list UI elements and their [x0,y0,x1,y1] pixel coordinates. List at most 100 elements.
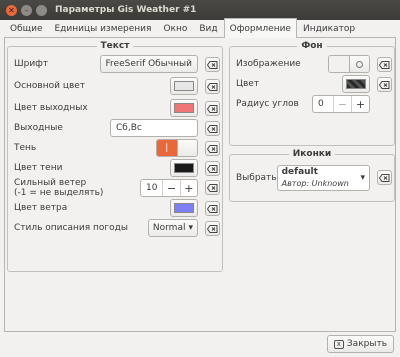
weekends-label: Выходные [14,123,63,133]
radius-spin[interactable]: 0 − + [312,95,370,113]
weather-style-clear-button[interactable] [205,221,220,236]
radius-row: Радиус углов 0 − + [236,95,370,113]
tab-appearance[interactable]: Оформление [223,18,297,38]
chevron-down-icon: ▾ [360,173,365,183]
clear-icon [207,82,218,91]
wind-color-clear-button[interactable] [205,201,220,216]
icons-group: Иконки Выбрать default Автор: Unknown ▾ [229,149,395,202]
holiday-color-clear-button[interactable] [205,101,220,116]
icons-group-title: Иконки [288,149,336,159]
font-label: Шрифт [14,59,49,69]
appearance-panel: Текст Шрифт FreeSerif Обычный Основной ц… [4,38,396,332]
holiday-color-swatch [174,103,194,113]
radius-label: Радиус углов [236,99,299,109]
bg-color-button[interactable] [342,75,370,93]
strong-wind-spin[interactable]: 10 − + [140,179,198,197]
main-color-button[interactable] [170,77,198,95]
wind-color-row: Цвет ветра [14,199,198,217]
weather-style-label: Стиль описания погоды [14,223,128,233]
wind-color-label: Цвет ветра [14,203,68,213]
clear-icon [207,60,218,69]
icons-select-row: Выбрать default Автор: Unknown ▾ [236,165,370,191]
strong-wind-plus-button[interactable]: + [179,180,197,196]
strong-wind-value[interactable]: 10 [141,180,162,196]
clear-icon [207,164,218,173]
holiday-color-label: Цвет выходных [14,103,88,113]
shadow-color-label: Цвет тени [14,163,63,173]
bg-color-label: Цвет [236,79,260,89]
main-color-label: Основной цвет [14,81,86,91]
clear-icon [379,60,390,69]
tab-view[interactable]: Вид [193,19,223,37]
holiday-color-button[interactable] [170,99,198,117]
font-value: FreeSerif Обычный [105,59,192,69]
main-color-swatch [174,81,194,91]
font-row: Шрифт FreeSerif Обычный [14,55,198,73]
wind-color-swatch [174,203,194,213]
switch-on-mark-icon: | [165,143,169,153]
font-clear-button[interactable] [205,57,220,72]
shadow-row: Тень | [14,139,198,157]
holiday-color-row: Цвет выходных [14,99,198,117]
icons-selected-name: default [281,167,318,177]
close-icon: x [333,339,344,349]
background-group-title: Фон [297,41,327,51]
bg-image-switch[interactable] [328,55,370,73]
switch-off-mark-icon [355,60,363,68]
clear-icon [379,173,390,182]
tab-window[interactable]: Окно [157,19,193,37]
text-group-title: Текст [96,41,134,51]
clear-icon [207,204,218,213]
bg-color-swatch [346,79,366,89]
weather-style-row: Стиль описания погоды Normal ▾ [14,219,198,237]
radius-value[interactable]: 0 [313,96,333,112]
radius-minus-button[interactable]: − [333,96,351,112]
bg-image-row: Изображение [236,55,370,73]
weekends-input[interactable]: Сб,Вс [110,119,198,137]
tab-units[interactable]: Единицы измерения [49,19,158,37]
close-button-label: Закрыть [346,339,387,349]
shadow-color-button[interactable] [170,159,198,177]
shadow-color-clear-button[interactable] [205,161,220,176]
chevron-down-icon: ▾ [188,223,193,233]
bg-image-label: Изображение [236,59,301,69]
tab-bar: Общие Единицы измерения Окно Вид Оформле… [4,18,396,38]
radius-plus-button[interactable]: + [351,96,369,112]
clear-icon [207,124,218,133]
strong-wind-row: Сильный ветер (-1 = не выделять) 10 − + [14,178,198,198]
weekends-clear-button[interactable] [205,121,220,136]
wind-color-button[interactable] [170,199,198,217]
weather-style-combo[interactable]: Normal ▾ [147,219,198,237]
icons-clear-button[interactable] [377,170,392,185]
shadow-clear-button[interactable] [205,141,220,156]
clear-icon [379,80,390,89]
clear-icon [207,144,218,153]
window-title: Параметры Gis Weather #1 [55,5,197,15]
close-button[interactable]: x Закрыть [326,335,394,353]
window-maximize-icon[interactable] [36,4,47,16]
font-button[interactable]: FreeSerif Обычный [99,55,198,73]
strong-wind-minus-button[interactable]: − [162,180,179,196]
window-minimize-icon[interactable]: – [21,4,32,16]
icons-selected-author: Автор: Unknown [281,179,349,188]
icons-select-label: Выбрать [236,173,277,183]
weekends-value: Сб,Вс [116,123,142,133]
icons-select-combo[interactable]: default Автор: Unknown ▾ [276,165,370,191]
shadow-switch[interactable]: | [156,139,198,157]
main-color-clear-button[interactable] [205,79,220,94]
window-close-icon[interactable]: ✕ [6,4,17,16]
window-titlebar: ✕ – Параметры Gis Weather #1 [0,0,400,20]
bg-image-clear-button[interactable] [377,57,392,72]
tab-general[interactable]: Общие [4,19,49,37]
strong-wind-clear-button[interactable] [205,180,220,195]
weekends-row: Выходные Сб,Вс [14,119,198,137]
clear-icon [207,183,218,192]
clear-icon [207,104,218,113]
bg-color-clear-button[interactable] [377,77,392,92]
bg-color-row: Цвет [236,75,370,93]
text-group: Текст Шрифт FreeSerif Обычный Основной ц… [7,41,223,272]
shadow-color-row: Цвет тени [14,159,198,177]
main-color-row: Основной цвет [14,77,198,95]
tab-indicator[interactable]: Индикатор [297,19,361,37]
shadow-label: Тень [14,143,37,153]
